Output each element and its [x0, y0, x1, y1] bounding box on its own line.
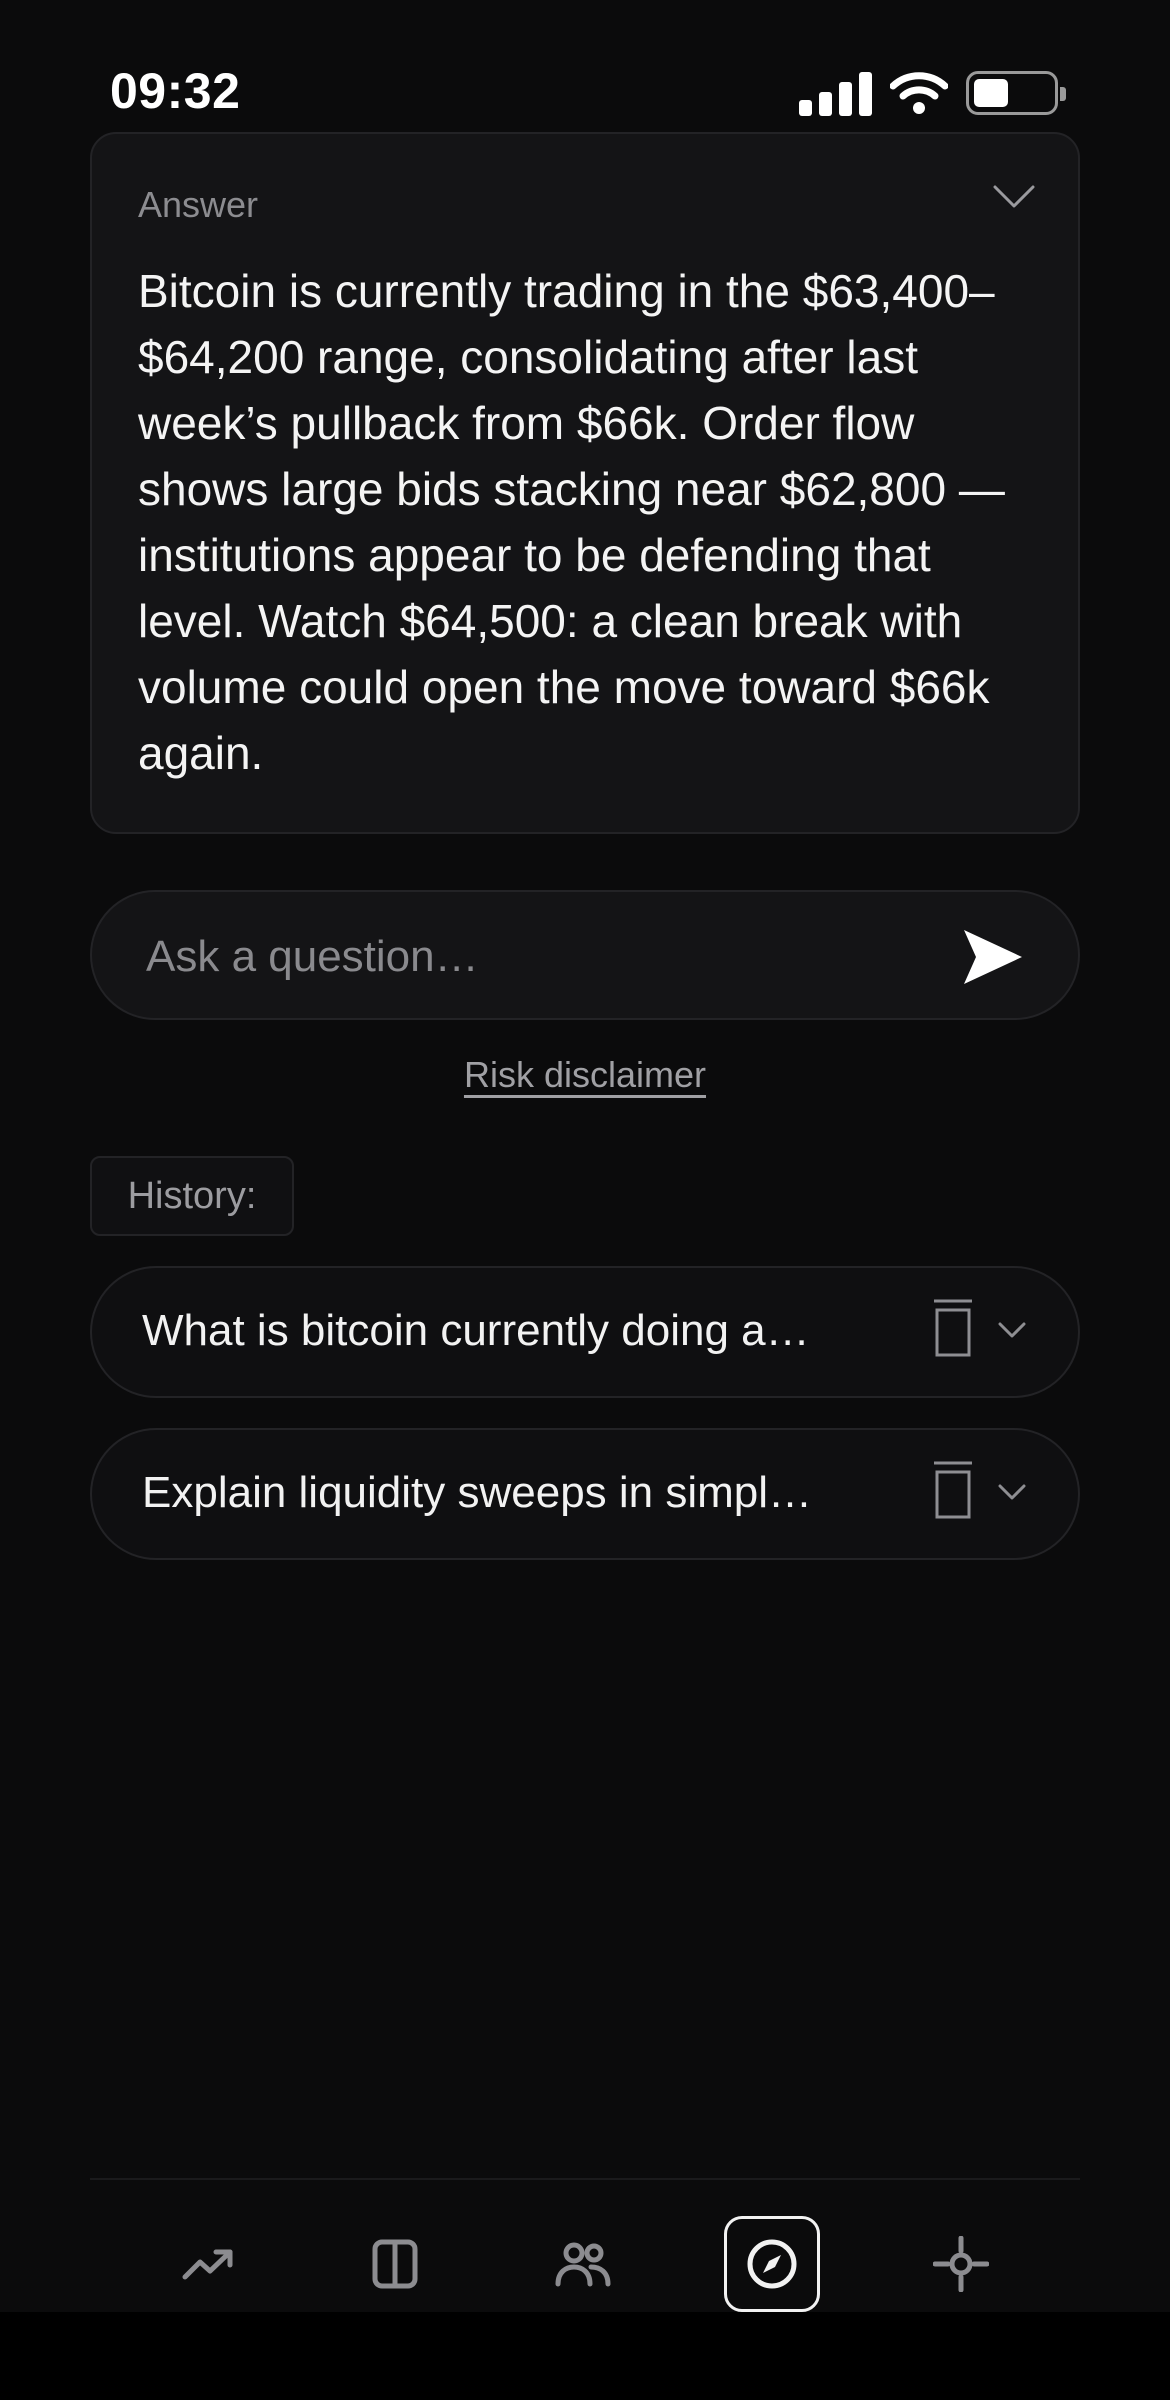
ask-bar: [90, 890, 1080, 1020]
answer-text: Bitcoin is currently trading in the $63,…: [138, 265, 1005, 779]
battery-icon: [966, 71, 1066, 115]
tab-markets[interactable]: [160, 2216, 256, 2312]
tab-explore[interactable]: [724, 2216, 820, 2312]
send-icon[interactable]: [960, 924, 1026, 990]
wifi-icon: [890, 72, 948, 114]
risk-disclaimer-row: Risk disclaimer: [0, 1054, 1170, 1096]
users-icon: [555, 2242, 611, 2287]
history-item[interactable]: What is bitcoin currently doing a…: [90, 1266, 1080, 1398]
status-icons: [799, 70, 1066, 116]
chevron-down-icon[interactable]: [997, 1320, 1027, 1340]
status-bar: 09:32: [0, 0, 1170, 130]
cellular-signal-icon: [799, 70, 872, 116]
status-time: 09:32: [110, 63, 241, 119]
columns-icon: [372, 2239, 418, 2289]
compass-icon: [747, 2239, 797, 2289]
tab-target[interactable]: [913, 2216, 1009, 2312]
answer-label: Answer: [138, 184, 259, 225]
trash-icon[interactable]: [932, 1460, 974, 1520]
tab-bar: [0, 2180, 1170, 2312]
tab-columns[interactable]: [347, 2216, 443, 2312]
crosshair-icon: [933, 2236, 989, 2292]
history-label: History:: [90, 1156, 294, 1236]
chevron-down-icon[interactable]: [997, 1482, 1027, 1502]
bottom-safe-area: [0, 2312, 1170, 2400]
tab-community[interactable]: [535, 2216, 631, 2312]
history-item[interactable]: Explain liquidity sweeps in simpl…: [90, 1428, 1080, 1560]
trash-icon[interactable]: [932, 1298, 974, 1358]
trending-up-icon: [182, 2249, 233, 2280]
risk-disclaimer-link[interactable]: Risk disclaimer: [464, 1054, 706, 1095]
history-question: Explain liquidity sweeps in simpl…: [142, 1468, 813, 1517]
question-input[interactable]: [146, 922, 906, 992]
chevron-down-icon[interactable]: [992, 182, 1036, 212]
history-question: What is bitcoin currently doing a…: [142, 1306, 810, 1355]
answer-card: Answer Bitcoin is currently trading in t…: [90, 132, 1080, 834]
